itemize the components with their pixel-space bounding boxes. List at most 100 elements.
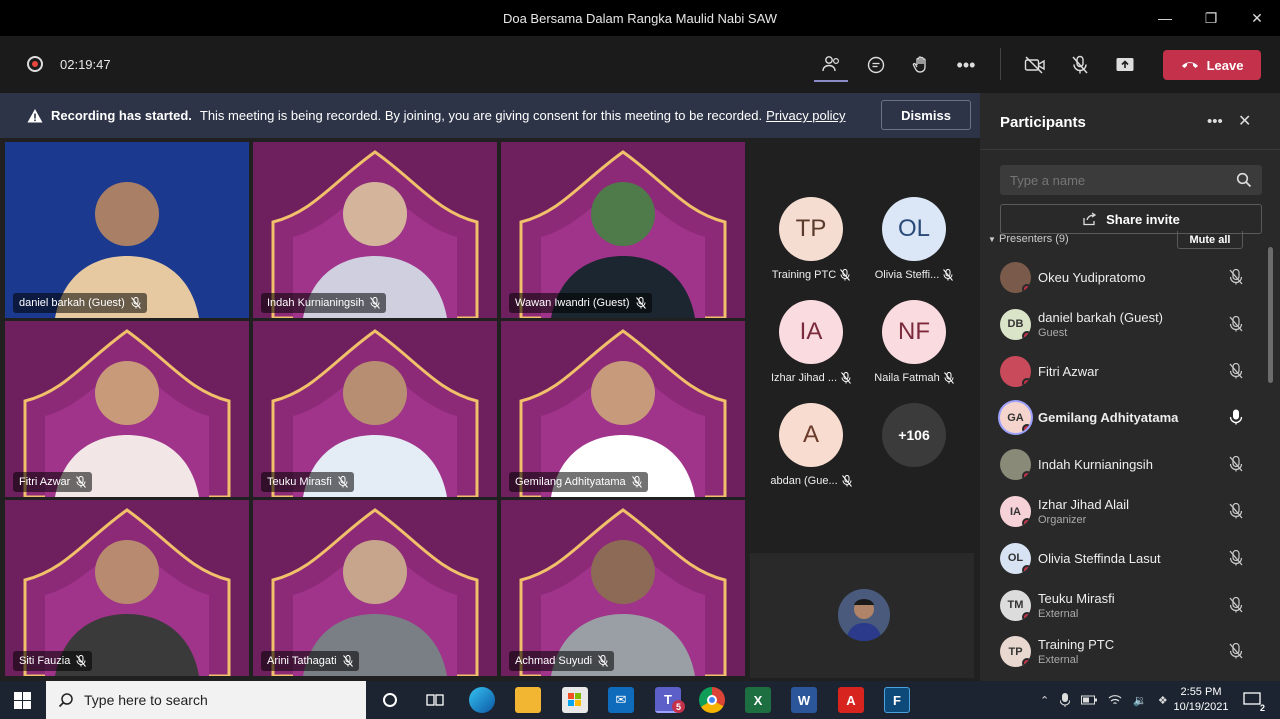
task-view-icon[interactable] — [422, 687, 448, 713]
mic-off-button[interactable] — [1063, 48, 1097, 82]
cortana-icon[interactable] — [377, 687, 403, 713]
participant-name: Okeu Yudipratomo — [1038, 270, 1146, 285]
share-tray-button[interactable] — [1108, 48, 1142, 82]
participant-row[interactable]: OL Olivia Steffinda Lasut — [1000, 537, 1262, 581]
close-window-icon[interactable]: ✕ — [1234, 0, 1280, 36]
video-tile[interactable]: Indah Kurnianingsih — [253, 142, 497, 318]
tile-name-tag: Siti Fauzia — [13, 651, 93, 671]
mute-all-button[interactable]: Mute all — [1177, 231, 1243, 249]
audio-participant-avatar[interactable]: IA — [779, 300, 843, 364]
maximize-icon[interactable]: ❐ — [1188, 0, 1234, 36]
participant-row[interactable]: Indah Kurnianingsih — [1000, 443, 1262, 487]
mic-muted-icon — [370, 297, 381, 309]
raise-hand-button[interactable] — [904, 48, 938, 82]
mail-icon[interactable]: ✉ — [608, 687, 634, 713]
teams-icon[interactable]: T5 — [655, 687, 685, 713]
mic-muted-icon[interactable] — [1229, 549, 1243, 566]
tile-name: Indah Kurnianingsih — [267, 297, 365, 309]
video-feed — [501, 500, 745, 676]
wifi-icon[interactable] — [1108, 694, 1122, 706]
minimize-icon[interactable]: — — [1142, 0, 1188, 36]
volume-icon[interactable]: 🔉 — [1133, 694, 1147, 707]
meeting-timer: 02:19:47 — [60, 57, 111, 72]
video-tile[interactable]: Achmad Suyudi — [501, 500, 745, 676]
dismiss-button[interactable]: Dismiss — [881, 100, 971, 130]
camera-off-button[interactable] — [1018, 48, 1052, 82]
participant-role: Organizer — [1038, 514, 1087, 526]
taskbar-clock[interactable]: 2:55 PM 10/19/2021 — [1166, 685, 1236, 715]
participant-row[interactable]: Fitri Azwar — [1000, 350, 1262, 394]
audio-participant-label: Izhar Jihad ... — [761, 372, 861, 384]
show-participants-button[interactable] — [814, 48, 848, 82]
store-icon[interactable] — [562, 687, 588, 713]
tile-name: Fitri Azwar — [19, 476, 71, 488]
mic-muted-icon[interactable] — [1229, 315, 1243, 332]
chat-button[interactable] — [859, 48, 893, 82]
audio-participant-name: Training PTC — [771, 269, 837, 281]
windows-start-icon[interactable] — [14, 692, 31, 714]
leave-button[interactable]: Leave — [1163, 50, 1261, 80]
status-dot-icon — [1022, 377, 1031, 387]
status-dot-icon — [1022, 611, 1031, 621]
acrobat-icon[interactable]: A — [838, 687, 864, 713]
video-tile[interactable]: Gemilang Adhityatama — [501, 321, 745, 497]
edge-icon[interactable] — [469, 687, 495, 713]
panel-more-icon[interactable]: ••• — [1207, 113, 1223, 130]
battery-icon[interactable] — [1081, 695, 1098, 705]
participant-row[interactable]: DB daniel barkah (Guest) Guest — [1000, 303, 1262, 347]
window-title: Doa Bersama Dalam Rangka Maulid Nabi SAW — [502, 10, 778, 26]
mic-muted-icon[interactable] — [1229, 456, 1243, 472]
mic-muted-icon[interactable] — [1229, 503, 1243, 519]
video-tile[interactable]: Wawan Iwandri (Guest) — [501, 142, 745, 318]
audio-participant-avatar[interactable]: A — [779, 403, 843, 467]
video-tile[interactable]: Siti Fauzia — [5, 500, 249, 676]
audio-participant-avatar[interactable]: TP — [779, 197, 843, 261]
banner-title: Recording has started. — [51, 108, 192, 123]
mic-muted-icon[interactable] — [1229, 362, 1243, 379]
self-avatar — [838, 589, 890, 641]
audio-participant-avatar[interactable]: NF — [882, 300, 946, 364]
participant-row[interactable]: Okeu Yudipratomo — [1000, 256, 1262, 300]
presenters-section-header[interactable]: ▼ Presenters (9) — [988, 233, 1069, 245]
video-tile[interactable]: daniel barkah (Guest) — [5, 142, 249, 318]
app-f-icon[interactable]: F — [884, 687, 910, 713]
notification-center-icon[interactable]: 2 — [1239, 687, 1265, 713]
clock-date: 10/19/2021 — [1173, 701, 1229, 713]
mic-muted-icon — [841, 372, 851, 384]
excel-icon[interactable]: X — [745, 687, 771, 713]
participant-search-input[interactable] — [1010, 172, 1220, 188]
participant-name: Gemilang Adhityatama — [1038, 410, 1179, 426]
chat-icon — [867, 56, 885, 74]
panel-scrollbar[interactable] — [1268, 247, 1273, 383]
mic-muted-icon[interactable] — [1229, 596, 1243, 613]
participant-row[interactable]: TP Training PTC External — [1000, 630, 1262, 674]
taskbar-search[interactable]: Type here to search — [46, 681, 366, 719]
tile-name-tag: Indah Kurnianingsih — [261, 293, 387, 313]
panel-close-icon[interactable]: ✕ — [1238, 111, 1251, 131]
participant-row[interactable]: GA Gemilang Adhityatama — [1000, 396, 1262, 440]
share-invite-button[interactable]: Share invite — [1000, 204, 1262, 234]
microphone-tray-icon[interactable] — [1060, 693, 1071, 707]
mic-on-icon[interactable] — [1229, 409, 1243, 425]
privacy-policy-link[interactable]: Privacy policy — [766, 108, 845, 123]
participant-row[interactable]: TM Teuku Mirasfi External — [1000, 584, 1262, 628]
share-screen-icon — [1116, 58, 1134, 71]
video-tile[interactable]: Teuku Mirasfi — [253, 321, 497, 497]
more-actions-icon[interactable]: ••• — [949, 48, 983, 82]
mic-muted-icon[interactable] — [1229, 643, 1243, 659]
mic-muted-icon — [76, 476, 87, 488]
tile-name-tag: Achmad Suyudi — [509, 651, 615, 671]
file-explorer-icon[interactable] — [515, 687, 541, 713]
video-tile[interactable]: Fitri Azwar — [5, 321, 249, 497]
participant-search[interactable] — [1000, 165, 1262, 195]
participant-row[interactable]: IA Izhar Jihad Alail Organizer — [1000, 490, 1262, 534]
chevron-up-icon[interactable]: ⌃ — [1040, 694, 1049, 707]
mic-muted-icon — [943, 269, 954, 281]
overflow-participants-button[interactable]: +106 — [882, 403, 946, 467]
video-tile[interactable]: Arini Tathagati — [253, 500, 497, 676]
audio-participant-avatar[interactable]: OL — [882, 197, 946, 261]
word-icon[interactable]: W — [791, 687, 817, 713]
chrome-icon[interactable] — [699, 687, 725, 713]
participant-initials: DB — [1007, 318, 1024, 331]
mic-muted-icon[interactable] — [1229, 269, 1243, 285]
